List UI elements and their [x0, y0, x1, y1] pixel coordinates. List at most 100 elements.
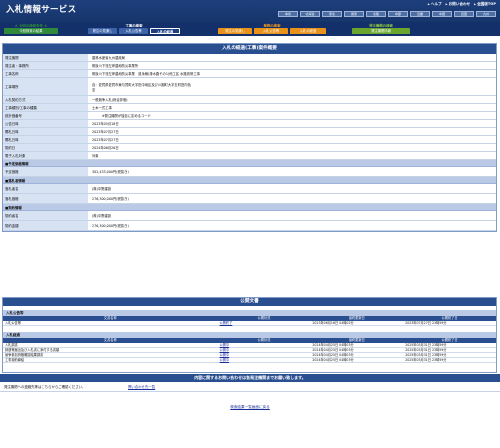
nav-group-title: 工事の検索 — [125, 24, 143, 27]
summary-heading: 入札の経過(工事)案件概要 — [3, 44, 496, 54]
field-label: 契約金額 — [3, 221, 88, 230]
doc-updated-cell: 2023年06月16日 04時02分 — [312, 321, 354, 325]
doc-status-link[interactable]: 公開中 — [218, 353, 311, 357]
site-header: 入札情報サービス ヘルプ お問い合わせ 全国版TOP 本省 北海道 東北 関東 … — [0, 0, 500, 22]
contract-subheading: ■契約情報 — [3, 204, 496, 211]
field-label: 入札契約方式 — [3, 96, 88, 103]
field-value: 302,433,000円(税抜き) — [88, 167, 496, 176]
doc-end-cell: 2025年03月31日 23時59分 — [405, 348, 447, 352]
doc-end-cell: 2025年03月31日 23時59分 — [405, 353, 447, 357]
region-tab[interactable]: 関東 — [344, 11, 364, 17]
summary-row: 契約金額 276,300,000円(税抜き) — [3, 221, 496, 231]
inquiry-list-link[interactable]: 問い合わせ先一覧 — [128, 384, 155, 389]
tab-services-progress[interactable]: 入札の経過 — [290, 28, 326, 34]
field-label: 該計価番号 — [3, 112, 88, 119]
tab-current-results[interactable]: 今回検索の結果 — [4, 28, 58, 34]
site-title: 入札情報サービス — [6, 5, 77, 15]
documents-heading: 公開文書 — [3, 298, 496, 306]
field-label: 落札者名 — [3, 184, 88, 193]
field-value: 一般競争入札(総合評価) — [88, 96, 496, 103]
summary-section: 入札の経過(工事)案件概要 発注機関 農林水産省九州農政局 発注者・事務所 筑後川下流… — [2, 43, 497, 232]
doc-name-cell: 工事契約締結 — [5, 358, 25, 362]
doc-end-cell: 2025年03月31日 23時59分 — [405, 343, 447, 347]
field-label: 開札日時 — [3, 128, 88, 135]
summary-row: 公告日時 2023年05月18日 — [3, 120, 496, 128]
inquiry-bar: 内容に関するお問い合わせは各発注機関までお願い致します。 — [0, 374, 500, 382]
doc-end-cell: 2025年03月31日 23時59分 — [405, 358, 447, 362]
region-tab[interactable]: 北陸 — [366, 11, 386, 17]
field-label: 工事種別/工事の種類 — [3, 104, 88, 111]
summary-row: 工事場所 自：佐賀県佐賀市東与賀町大字田中地区及び川副町大字五町田内色 至 — [3, 78, 496, 96]
summary-row: 該計価番号 ※発注機関が独自に定めるコード — [3, 112, 496, 120]
doc-updated-cell: 2024年04月25日 04時03分 — [312, 358, 354, 362]
region-tab[interactable]: 中部 — [388, 11, 408, 17]
field-label: 工事名称 — [3, 70, 88, 77]
region-tab[interactable]: 九州 — [476, 11, 496, 17]
top-links: ヘルプ お問い合わせ 全国版TOP — [428, 2, 496, 7]
nav-group-agencies: 発注機関の検索 発注機関情報 — [352, 23, 410, 35]
field-value: 2023年07月27日 — [88, 128, 496, 135]
summary-row: 契約者名 (株)中野建設 — [3, 211, 496, 221]
doc-updated-cell: 2024年04月25日 04時03分 — [312, 353, 354, 357]
doc-name-cell: 競争参加資格確認結果調書 — [5, 353, 44, 357]
field-value: 土木一式工事 — [88, 104, 496, 111]
field-label: 発注機関 — [3, 54, 88, 61]
tab-agency-info[interactable]: 発注機関情報 — [352, 28, 410, 34]
doc-name-cell: 入札公告等 — [5, 321, 21, 325]
documents-section: 公開文書 入札公告等 文書名称 公開状況 最終更新日 公開終了日 入札公告等 公開… — [2, 297, 497, 373]
doc-status-link[interactable]: 公開中 — [218, 348, 311, 352]
field-label: 公告日時 — [3, 120, 88, 127]
back-to-results-link[interactable]: 検索結果一覧画面に戻る — [0, 405, 500, 410]
field-value: 筑後川下流左岸農地防災事業所 — [88, 62, 496, 69]
summary-row: 落札者名 (株)中野建設 — [3, 184, 496, 194]
field-label: 落札価格 — [3, 194, 88, 203]
doc-name-cell: 辞退等届出及び入札書に添付する書類 — [5, 348, 60, 352]
doc-end-cell: 2023年07月27日 23時59分 — [405, 321, 447, 325]
field-label: 発注者・事務所 — [3, 62, 88, 69]
tab-construction-outlook[interactable]: 発注の見通し — [88, 28, 117, 34]
tab-services-notices[interactable]: 入札公告等 — [254, 28, 288, 34]
field-label: 予定価格 — [3, 167, 88, 176]
tab-construction-notices[interactable]: 入札公告等 — [119, 28, 148, 34]
field-label: 契約者名 — [3, 211, 88, 220]
region-tab[interactable]: 北海道 — [300, 11, 320, 17]
field-value: 自：佐賀県佐賀市東与賀町大字田中地区及び川副町大字五町田内色 至 — [88, 78, 496, 95]
field-value: (株)中野建設 — [88, 184, 496, 193]
field-value: 276,300,000円(税抜き) — [88, 194, 496, 203]
summary-row: 発注機関 農林水産省九州農政局 — [3, 54, 496, 62]
inquiry-label: 発注機関への連絡先等はこちらからご確認ください。 — [4, 385, 86, 389]
field-value: 対象 — [88, 152, 496, 159]
national-top-link[interactable]: 全国版TOP — [474, 2, 496, 7]
nav-group-title: ＊ 今回の検索条件 ＊ — [14, 24, 48, 27]
nav-group-current: ＊ 今回の検索条件 ＊ 今回検索の結果 — [4, 23, 58, 35]
doc-updated-cell: 2024年04月25日 04時03分 — [312, 343, 354, 347]
field-value: 2023年05月18日 — [88, 120, 496, 127]
summary-row: 発注者・事務所 筑後川下流左岸農地防災事業所 — [3, 62, 496, 70]
doc-status-link[interactable]: 公開中 — [218, 358, 311, 362]
tab-construction-progress[interactable]: 入札の経過 — [150, 28, 180, 34]
region-tab[interactable]: 中国 — [432, 11, 452, 17]
summary-row: 入札契約方式 一般競争入札(総合評価) — [3, 96, 496, 104]
nav-group-construction: 工事の検索 発注の見通し 入札公告等 入札の経過 — [88, 23, 180, 35]
summary-row: 工事名称 筑後川下流左岸農地防災事業 道永線(排水路その1)他工区 水路改修工事 — [3, 70, 496, 78]
region-tab[interactable]: 東北 — [322, 11, 342, 17]
region-tab[interactable]: 四国 — [454, 11, 474, 17]
summary-row: 契約日 2024年06月26日 — [3, 144, 496, 152]
nav-group-title: 発注機関の検索 — [369, 24, 393, 27]
field-value: 2024年06月26日 — [88, 144, 496, 151]
summary-row: 開札日時 2023年07月27日 — [3, 136, 496, 144]
help-link[interactable]: ヘルプ — [428, 2, 442, 7]
field-label: 工事場所 — [3, 78, 88, 95]
summary-row: 電子入札対象 対象 — [3, 152, 496, 160]
field-value: 筑後川下流左岸農地防災事業 道永線(排水路その1)他工区 水路改修工事 — [88, 70, 496, 77]
doc-status-link[interactable]: 公開終了 — [218, 321, 311, 325]
doc-status-link[interactable]: 公開中 — [218, 343, 311, 347]
contact-link[interactable]: お問い合わせ — [446, 2, 471, 7]
region-tab[interactable]: 本省 — [278, 11, 298, 17]
doc-updated-cell: 2024年04月25日 04時03分 — [312, 348, 354, 352]
nav-group-services: 業務の検索 発注の見通し 入札公告等 入札の経過 — [218, 23, 326, 35]
field-value: 農林水産省九州農政局 — [88, 54, 496, 61]
price-subheading: ■予定価格情報 — [3, 160, 496, 167]
tab-services-outlook[interactable]: 発注の見通し — [218, 28, 252, 34]
region-tab[interactable]: 近畿 — [410, 11, 430, 17]
